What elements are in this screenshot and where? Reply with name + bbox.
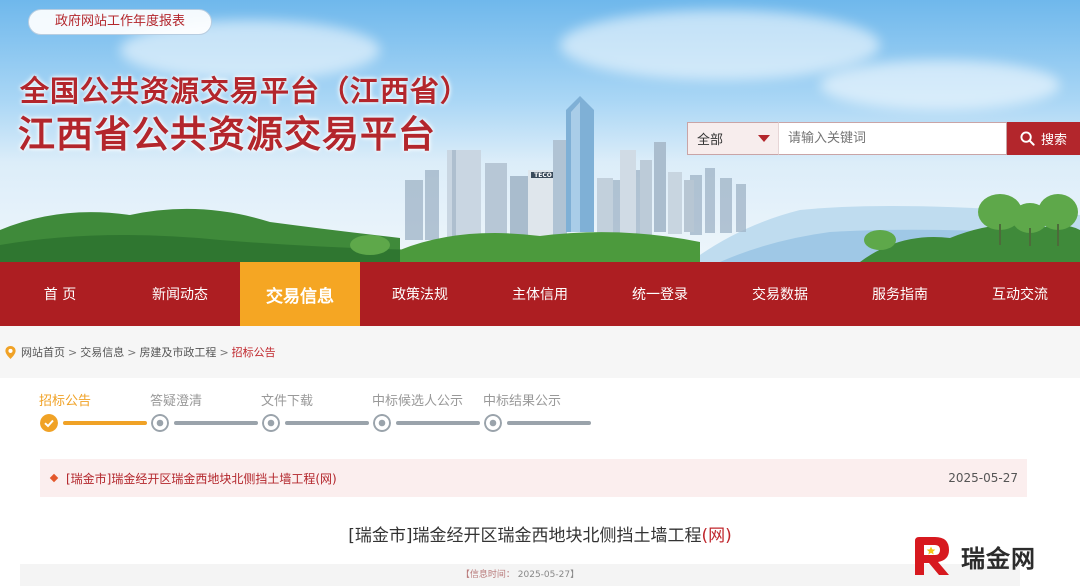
check-icon (40, 414, 58, 432)
breadcrumb-current: 招标公告 (231, 346, 276, 359)
step-label: 答疑澄清 (150, 394, 203, 409)
step-label: 中标候选人公示 (372, 394, 464, 409)
search-bar: 全部 搜索 (687, 122, 1080, 155)
step-dot-icon (484, 414, 502, 432)
breadcrumb-separator: > (219, 345, 229, 359)
info-time-label: 【信息时间： (460, 570, 515, 580)
watermark-text: 瑞金网 (961, 544, 1036, 573)
caret-down-icon (758, 135, 770, 142)
breadcrumb-separator: > (127, 345, 137, 359)
breadcrumb-separator: > (68, 345, 78, 359)
step-progress-line (396, 421, 480, 425)
article-meta-bar: 【信息时间： 2025-05-27】 (20, 564, 1020, 586)
notice-date: 2025-05-27 (948, 471, 1018, 485)
step-candidate-publicity[interactable]: 中标候选人公示 (372, 390, 463, 409)
article-title-suffix: (网) (701, 526, 732, 546)
nav-item-trading-data[interactable]: 交易数据 (720, 262, 840, 326)
nav-item-credit[interactable]: 主体信用 (480, 262, 600, 326)
search-input[interactable] (778, 122, 1007, 155)
nav-item-interaction[interactable]: 互动交流 (960, 262, 1080, 326)
svg-text:TECO: TECO (534, 172, 552, 179)
breadcrumb-construction[interactable]: 房建及市政工程 (139, 344, 216, 360)
header-banner: TECO 政府网站工作年度报表 全国公共资源交易平台（江西省） 江西省公共资源交… (0, 0, 1080, 262)
step-result-publicity[interactable]: 中标结果公示 (483, 390, 561, 409)
article-title-text: [瑞金市]瑞金经开区瑞金西地块北侧挡土墙工程 (348, 526, 702, 546)
breadcrumb: 网站首页 > 交易信息 > 房建及市政工程 > 招标公告 (0, 326, 1080, 378)
step-label: 中标结果公示 (483, 394, 562, 409)
search-icon (1020, 131, 1035, 146)
step-dot-icon (373, 414, 391, 432)
info-time-value: 2025-05-27】 (517, 570, 580, 580)
step-tender-notice[interactable]: 招标公告 (39, 390, 91, 409)
nav-item-home[interactable]: 首 页 (0, 262, 120, 326)
breadcrumb-home[interactable]: 网站首页 (21, 344, 65, 360)
bullet-diamond-icon (49, 473, 59, 483)
site-title: 江西省公共资源交易平台 (18, 113, 436, 156)
notice-title-link[interactable]: [瑞金市]瑞金经开区瑞金西地块北侧挡土墙工程(网) (66, 470, 337, 487)
step-file-download[interactable]: 文件下载 (261, 390, 313, 409)
step-progress-line (507, 421, 591, 425)
step-label: 招标公告 (39, 394, 92, 409)
location-pin-icon (5, 345, 16, 359)
nav-item-login[interactable]: 统一登录 (600, 262, 720, 326)
step-progress-line (63, 421, 147, 425)
process-steps: 招标公告 答疑澄清 文件下载 中标候选人公示 中标结果公示 (39, 390, 639, 436)
watermark-logo: 瑞金网 (909, 532, 1069, 580)
search-button-label: 搜索 (1040, 133, 1067, 148)
breadcrumb-trading-info[interactable]: 交易信息 (80, 344, 124, 360)
nav-item-trading-info[interactable]: 交易信息 (240, 262, 360, 326)
step-progress-line (285, 421, 369, 425)
step-clarification[interactable]: 答疑澄清 (150, 390, 202, 409)
nav-item-policies[interactable]: 政策法规 (360, 262, 480, 326)
search-button[interactable]: 搜索 (1007, 122, 1080, 155)
step-label: 文件下载 (261, 394, 314, 409)
search-category-value: 全部 (697, 133, 724, 148)
notice-row[interactable]: [瑞金市]瑞金经开区瑞金西地块北侧挡土墙工程(网) 2025-05-27 (40, 459, 1027, 497)
search-category-select[interactable]: 全部 (687, 122, 778, 155)
nav-item-service-guide[interactable]: 服务指南 (840, 262, 960, 326)
ruijin-logo-icon (915, 537, 949, 575)
step-dot-icon (151, 414, 169, 432)
annual-report-link[interactable]: 政府网站工作年度报表 (28, 9, 212, 35)
step-progress-line (174, 421, 258, 425)
main-navigation: 首 页 新闻动态 交易信息 政策法规 主体信用 统一登录 交易数据 服务指南 互… (0, 262, 1080, 326)
step-dot-icon (262, 414, 280, 432)
nav-item-news[interactable]: 新闻动态 (120, 262, 240, 326)
